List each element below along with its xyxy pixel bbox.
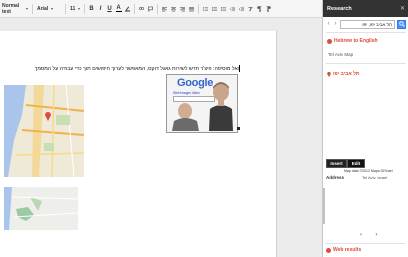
bulleted-list-button[interactable] xyxy=(219,3,228,15)
font-size-value: 11 xyxy=(70,5,76,12)
next-arrow-icon[interactable]: › xyxy=(375,232,377,238)
clear-formatting-icon xyxy=(248,6,253,11)
justify-button[interactable] xyxy=(187,3,196,15)
map-nav-arrows: ‹ › xyxy=(360,232,377,238)
bulleted-list-icon xyxy=(221,6,226,11)
map-image[interactable] xyxy=(4,85,84,177)
ruler[interactable] xyxy=(0,18,322,23)
document-paragraph[interactable]: גאל מוסיפה: פיצ'ר חדש לשירות גאגל דוקס, … xyxy=(35,66,240,72)
align-right-icon xyxy=(180,6,185,11)
toolbar-divider xyxy=(134,3,135,14)
toolbar-divider xyxy=(32,3,33,14)
second-map-image[interactable] xyxy=(4,187,78,230)
decrease-indent-button[interactable] xyxy=(228,3,237,15)
style-select-value: Normal text xyxy=(2,2,20,15)
translate-result[interactable]: Tel Aviv Map xyxy=(328,52,353,57)
highlight-button[interactable] xyxy=(123,3,132,15)
map-graphic xyxy=(4,187,78,230)
text-color-button[interactable]: A xyxy=(114,3,123,15)
close-icon[interactable]: ✕ xyxy=(400,5,405,12)
highlighter-icon xyxy=(125,6,130,12)
person-photo xyxy=(209,82,233,131)
web-results-text: Web results xyxy=(333,247,362,253)
style-select[interactable]: Normal text xyxy=(0,3,30,15)
map-pin-icon xyxy=(327,71,331,77)
prev-arrow-icon[interactable]: ‹ xyxy=(360,232,362,238)
translate-icon xyxy=(327,38,332,44)
address-label: Address xyxy=(326,175,345,180)
link-button[interactable] xyxy=(137,3,146,15)
resize-handle[interactable] xyxy=(237,127,240,130)
paragraph-direction-button[interactable] xyxy=(255,3,264,15)
clear-formatting-button[interactable] xyxy=(246,3,255,15)
web-results-title[interactable]: Web results xyxy=(326,247,361,253)
increase-indent-icon xyxy=(239,6,244,11)
research-pane-title: Research xyxy=(327,5,352,12)
formatting-toolbar: Normal text Arial 11 B I U A xyxy=(0,0,322,18)
section-divider xyxy=(325,243,405,244)
forward-arrow-icon[interactable]: › xyxy=(333,21,338,27)
underline-button[interactable]: U xyxy=(105,3,114,15)
numbered-list-button[interactable] xyxy=(210,3,219,15)
align-right-button[interactable] xyxy=(178,3,187,15)
translate-section-title[interactable]: Hebrew to English xyxy=(327,38,378,44)
map-graphic xyxy=(4,85,84,177)
line-spacing-button[interactable] xyxy=(201,3,210,15)
line-spacing-icon xyxy=(203,6,208,11)
address-value[interactable]: Tel Aviv, Israel xyxy=(362,175,387,180)
link-icon xyxy=(139,7,144,10)
italic-button[interactable]: I xyxy=(96,3,105,15)
font-size-select[interactable]: 11 xyxy=(68,3,82,15)
person-photo xyxy=(172,103,199,131)
search-icon xyxy=(398,21,405,27)
justify-icon xyxy=(189,6,194,11)
bold-button[interactable]: B xyxy=(87,3,96,15)
section-divider xyxy=(326,63,406,64)
translate-title-text: Hebrew to English xyxy=(334,38,378,44)
pane-scrollbar[interactable] xyxy=(323,188,325,224)
place-title-text: תל אביב יפו xyxy=(333,71,360,77)
align-left-button[interactable] xyxy=(160,3,169,15)
web-results-icon xyxy=(326,247,331,253)
research-search-button[interactable] xyxy=(397,19,406,29)
toolbar-divider xyxy=(65,3,66,14)
insert-map-button[interactable]: Insert xyxy=(326,159,347,168)
toolbar-divider xyxy=(84,3,85,14)
chevron-down-icon xyxy=(26,7,28,10)
toolbar-divider xyxy=(157,3,158,14)
rtl-button[interactable] xyxy=(264,3,273,15)
place-section-title[interactable]: תל אביב יפו xyxy=(327,71,360,77)
numbered-list-icon xyxy=(212,6,217,11)
text-cursor xyxy=(239,65,240,72)
color-swatch-icon xyxy=(115,11,122,12)
toolbar-divider xyxy=(198,3,199,14)
comment-button[interactable] xyxy=(146,3,155,15)
research-pane: Research ✕ ‹ › תל אביב יפו, יפו Hebrew t… xyxy=(322,0,408,257)
align-left-icon xyxy=(162,6,167,11)
decrease-indent-icon xyxy=(230,6,235,11)
section-divider xyxy=(326,32,406,33)
align-center-button[interactable] xyxy=(169,3,178,15)
font-select-value: Arial xyxy=(37,5,49,12)
google-nav-links: Web Images Video xyxy=(173,91,200,95)
rtl-pilcrow-icon xyxy=(266,5,271,12)
research-search-bar: ‹ › תל אביב יפו, יפו xyxy=(323,17,408,31)
chevron-down-icon xyxy=(51,7,54,10)
research-search-value: תל אביב יפו, יפו xyxy=(362,21,392,27)
edit-map-button[interactable]: Edit xyxy=(347,159,365,168)
pilcrow-icon xyxy=(257,5,262,12)
chevron-down-icon xyxy=(78,7,81,10)
increase-indent-button[interactable] xyxy=(237,3,246,15)
font-select[interactable]: Arial xyxy=(35,3,63,15)
research-search-input[interactable]: תל אביב יפו, יפו xyxy=(340,19,395,29)
back-arrow-icon[interactable]: ‹ xyxy=(326,21,331,27)
map-copyright: Map data ©2012 Mapa GISrael xyxy=(344,169,393,173)
inserted-image[interactable]: Google Web Images Video xyxy=(166,74,238,133)
align-center-icon xyxy=(171,6,176,11)
research-pane-header: Research ✕ xyxy=(323,0,408,17)
comment-icon xyxy=(148,6,153,12)
